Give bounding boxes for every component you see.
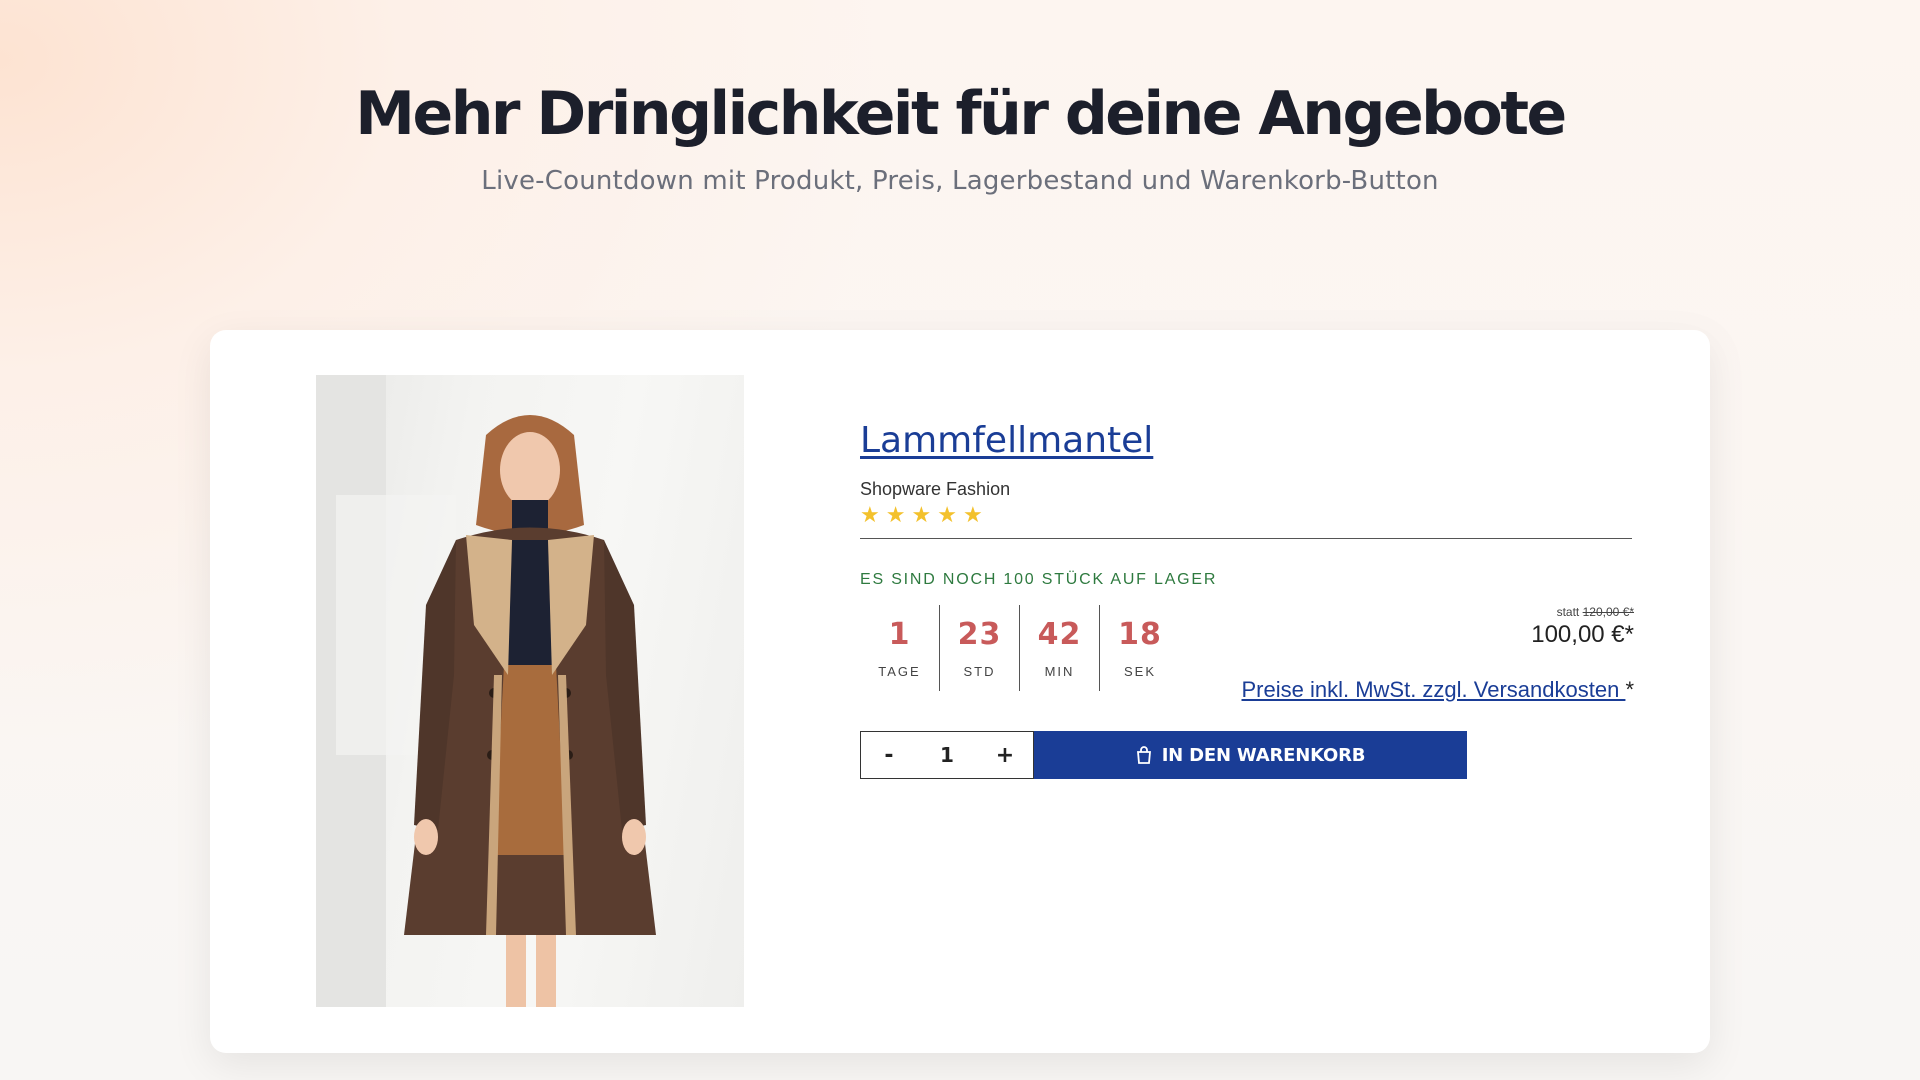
quantity-decrease-button[interactable]: - xyxy=(861,743,917,768)
product-title-link[interactable]: Lammfellmantel xyxy=(860,420,1153,461)
countdown-minutes: 42 MIN xyxy=(1020,605,1100,691)
page-subtitle: Live-Countdown mit Produkt, Preis, Lager… xyxy=(481,166,1439,196)
star-icon: ★ xyxy=(962,502,983,527)
old-price: statt 120,00 €* xyxy=(1531,605,1634,619)
old-price-prefix: statt xyxy=(1556,605,1580,619)
shopping-bag-icon xyxy=(1136,746,1151,764)
countdown-minutes-label: MIN xyxy=(1044,664,1075,679)
current-price: 100,00 €* xyxy=(1531,621,1634,648)
stock-status: ES SIND NOCH 100 STÜCK AUF LAGER xyxy=(860,571,1218,588)
countdown-seconds-label: SEK xyxy=(1123,664,1156,679)
price-box: statt 120,00 €* 100,00 €* xyxy=(1531,605,1634,649)
countdown-price-row: 1 TAGE 23 STD 42 MIN 18 SEK statt 120,00… xyxy=(860,605,1635,779)
product-photo-illustration xyxy=(316,375,656,1007)
shipping-costs-link[interactable]: Preise inkl. MwSt. zzgl. Versandkosten xyxy=(1242,677,1626,702)
countdown-seconds: 18 SEK xyxy=(1100,605,1180,691)
star-icon: ★ xyxy=(885,502,906,527)
quantity-input[interactable] xyxy=(917,743,977,767)
countdown-days: 1 TAGE xyxy=(860,605,940,691)
tax-note-asterisk: * xyxy=(1625,677,1634,702)
star-icon: ★ xyxy=(911,502,932,527)
rating-stars: ★ ★ ★ ★ ★ xyxy=(860,504,1634,526)
star-icon: ★ xyxy=(937,502,957,527)
countdown-hours-value: 23 xyxy=(957,617,1002,652)
countdown-days-value: 1 xyxy=(888,617,911,652)
old-price-value: 120,00 €* xyxy=(1582,605,1634,619)
quantity-stepper: - + xyxy=(860,731,1034,779)
countdown-days-label: TAGE xyxy=(878,664,921,679)
product-card: Lammfellmantel Shopware Fashion ★ ★ ★ ★ … xyxy=(210,330,1710,1053)
hero: Mehr Dringlichkeit für deine Angebote Li… xyxy=(0,74,1920,196)
product-manufacturer: Shopware Fashion xyxy=(860,479,1011,499)
add-to-cart-button[interactable]: IN DEN WARENKORB xyxy=(1034,731,1467,779)
buy-widget: - + IN DEN WARENKORB xyxy=(860,731,1467,779)
product-info: Lammfellmantel Shopware Fashion ★ ★ ★ ★ … xyxy=(860,420,1635,779)
countdown-minutes-value: 42 xyxy=(1037,617,1082,652)
countdown-timer: 1 TAGE 23 STD 42 MIN 18 SEK xyxy=(860,605,1180,691)
divider xyxy=(860,538,1632,539)
product-image[interactable] xyxy=(316,375,744,1007)
quantity-increase-button[interactable]: + xyxy=(977,743,1033,768)
countdown-hours: 23 STD xyxy=(940,605,1020,691)
page-title: Mehr Dringlichkeit für deine Angebote xyxy=(355,79,1567,149)
countdown-hours-label: STD xyxy=(963,664,996,679)
star-icon: ★ xyxy=(860,502,880,527)
add-to-cart-label: IN DEN WARENKORB xyxy=(1161,744,1366,766)
countdown-seconds-value: 18 xyxy=(1118,617,1162,652)
tax-note: Preise inkl. MwSt. zzgl. Versandkosten * xyxy=(1242,677,1635,703)
